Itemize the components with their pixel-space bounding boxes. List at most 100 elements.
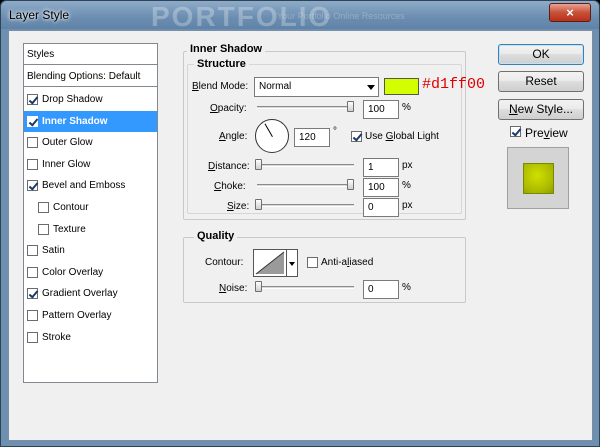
close-button[interactable]: × (549, 3, 591, 22)
anti-aliased-checkbox[interactable] (307, 257, 318, 268)
distance-input[interactable]: 1 (363, 158, 399, 177)
preview-checkbox[interactable] (510, 126, 521, 137)
blending-options-item[interactable]: Blending Options: Default (24, 66, 157, 87)
style-item-checkbox[interactable] (38, 223, 49, 235)
noise-label: Noise: (219, 283, 248, 294)
size-label: Size: (227, 201, 250, 212)
choke-slider[interactable] (257, 184, 354, 187)
contour-dropdown-button[interactable] (287, 249, 298, 277)
noise-slider-thumb[interactable] (255, 281, 262, 292)
opacity-label: Opacity: (210, 103, 247, 114)
style-item-checkbox[interactable] (27, 266, 38, 278)
contour-picker[interactable] (253, 249, 287, 277)
distance-slider[interactable] (257, 164, 354, 167)
anti-aliased-label: Anti-aliased (321, 257, 374, 268)
angle-dial[interactable] (255, 119, 289, 153)
style-item-checkbox[interactable] (27, 288, 38, 300)
style-item-label: Color Overlay (42, 266, 104, 278)
style-item-label: Drop Shadow (42, 94, 103, 105)
style-item-label: Pattern Overlay (42, 310, 112, 321)
reset-button[interactable]: Reset (498, 71, 584, 92)
distance-unit: px (402, 160, 413, 171)
structure-title: Structure (194, 58, 249, 70)
style-item-inner-glow[interactable]: Inner Glow (24, 154, 157, 175)
style-item-checkbox[interactable] (27, 115, 38, 127)
close-icon: × (566, 5, 574, 20)
angle-input[interactable]: 120 (294, 128, 330, 147)
style-item-satin[interactable]: Satin (24, 240, 157, 261)
choke-slider-thumb[interactable] (347, 179, 354, 190)
opacity-unit: % (402, 102, 411, 113)
style-item-label: Gradient Overlay (42, 288, 118, 300)
inner-shadow-title: Inner Shadow (187, 43, 266, 55)
style-item-checkbox[interactable] (27, 158, 38, 170)
style-item-texture[interactable]: Texture (24, 219, 157, 240)
size-input[interactable]: 0 (363, 198, 399, 217)
style-item-color-overlay[interactable]: Color Overlay (24, 262, 157, 283)
style-item-checkbox[interactable] (27, 310, 38, 321)
title-watermark-subtitle: Your Portfolio Online Resources (277, 11, 405, 21)
new-style-button[interactable]: New Style... (498, 99, 584, 120)
blending-options-label: Blending Options: Default (27, 70, 141, 82)
styles-list: Styles Blending Options: Default Drop Sh… (23, 43, 158, 383)
style-item-checkbox[interactable] (27, 137, 38, 149)
layer-style-window: Layer Style PORTFOLIO Your Portfolio Onl… (0, 0, 600, 447)
angle-label: Angle: (219, 131, 248, 142)
style-item-stroke[interactable]: Stroke (24, 327, 157, 348)
title-bar[interactable]: Layer Style PORTFOLIO Your Portfolio Onl… (1, 1, 599, 32)
preview-swatch (523, 163, 554, 194)
style-item-outer-glow[interactable]: Outer Glow (24, 132, 157, 153)
style-item-checkbox[interactable] (38, 202, 49, 213)
choke-input[interactable]: 100 (363, 178, 399, 197)
contour-label: Contour: (205, 257, 244, 268)
size-unit: px (402, 200, 413, 211)
style-item-inner-shadow[interactable]: Inner Shadow (24, 110, 157, 132)
style-item-drop-shadow[interactable]: Drop Shadow (24, 89, 157, 110)
style-item-bevel-and-emboss[interactable]: Bevel and Emboss (24, 175, 157, 196)
style-item-label: Satin (42, 245, 65, 257)
styles-header-label: Styles (27, 48, 55, 60)
style-item-label: Inner Shadow (42, 115, 108, 127)
use-global-light-label: Use Global Light (365, 131, 439, 142)
style-item-label: Texture (53, 223, 86, 235)
style-item-checkbox[interactable] (27, 180, 38, 192)
choke-label: Choke: (214, 181, 246, 192)
quality-title: Quality (194, 230, 238, 242)
style-item-pattern-overlay[interactable]: Pattern Overlay (24, 305, 157, 326)
style-item-checkbox[interactable] (27, 331, 38, 343)
distance-slider-thumb[interactable] (255, 159, 262, 170)
styles-header[interactable]: Styles (24, 44, 157, 65)
window-title: Layer Style (9, 8, 70, 22)
style-item-checkbox[interactable] (27, 94, 38, 105)
blend-mode-value: Normal (259, 81, 292, 92)
style-item-checkbox[interactable] (27, 245, 38, 257)
style-item-label: Contour (53, 202, 89, 213)
noise-slider[interactable] (257, 286, 354, 289)
style-item-label: Inner Glow (42, 158, 91, 170)
blend-mode-label: Blend Mode: (192, 81, 249, 92)
chevron-down-icon (367, 85, 375, 90)
style-item-contour[interactable]: Contour (24, 197, 157, 218)
style-preview (507, 147, 569, 209)
color-annotation: #d1ff00 (422, 76, 486, 93)
ok-button[interactable]: OK (498, 44, 584, 65)
opacity-slider[interactable] (257, 106, 354, 109)
dialog-body: Styles Blending Options: Default Drop Sh… (8, 30, 593, 441)
use-global-light-checkbox[interactable] (351, 131, 362, 142)
style-item-gradient-overlay[interactable]: Gradient Overlay (24, 283, 157, 304)
noise-input[interactable]: 0 (363, 280, 399, 299)
opacity-slider-thumb[interactable] (347, 101, 354, 112)
distance-label: Distance: (208, 161, 250, 172)
size-slider[interactable] (257, 204, 354, 207)
shadow-color-swatch[interactable] (384, 78, 419, 95)
noise-unit: % (402, 282, 411, 293)
style-item-label: Stroke (42, 331, 71, 343)
angle-needle (264, 123, 273, 137)
degree-symbol: ° (333, 126, 337, 137)
style-item-label: Outer Glow (42, 137, 93, 149)
size-slider-thumb[interactable] (255, 199, 262, 210)
blend-mode-select[interactable]: Normal (254, 77, 379, 97)
preview-label: Preview (525, 126, 568, 140)
choke-unit: % (402, 180, 411, 191)
opacity-input[interactable]: 100 (363, 100, 399, 119)
